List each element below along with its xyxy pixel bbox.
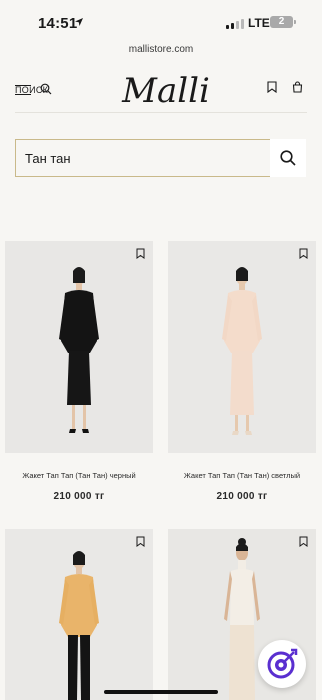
network-label: LTE [248,16,270,30]
bookmark-icon[interactable] [299,248,308,259]
home-indicator [104,690,218,694]
chat-widget-button[interactable] [258,640,306,688]
product-title[interactable]: Жакет Тап Тап (Тан Тан) светлый [168,471,316,480]
model-photo [5,241,153,453]
battery-icon: 2 [270,16,293,28]
bookmark-icon[interactable] [267,81,277,93]
bookmark-icon[interactable] [136,248,145,259]
site-header: ПОИСК Malli [0,62,322,112]
menu-button[interactable]: ПОИСК [15,82,48,96]
product-price: 210 000 тг [53,491,105,502]
url-bar[interactable]: mallistore.com [0,44,322,55]
battery-cap [294,20,296,24]
search-icon [280,150,296,166]
model-photo [168,241,316,453]
product-title[interactable]: Жакет Тап Тап (Тан Тан) черный [5,471,153,480]
status-time: 14:51 [38,15,78,32]
shopping-bag-icon[interactable] [292,81,303,93]
search-icon[interactable] [40,83,52,95]
menu-line [15,94,31,95]
signal-icon [226,18,244,29]
product-card[interactable]: Жакет Тап Тап (Тан Тан) черный 210 000 т… [5,241,153,511]
product-image[interactable] [5,529,153,700]
header-divider [15,112,307,113]
logo[interactable]: Malli [116,66,216,112]
svg-text:Malli: Malli [121,71,210,111]
bookmark-icon[interactable] [136,536,145,547]
model-photo [5,529,153,700]
search-bar [15,139,306,177]
location-arrow-icon [75,18,83,26]
product-image[interactable] [5,241,153,453]
search-input[interactable] [15,139,271,177]
target-icon [267,648,298,679]
product-card[interactable] [5,529,153,700]
product-price: 210 000 тг [216,491,268,502]
status-bar: 14:51 LTE 2 [0,0,322,44]
product-card[interactable]: Жакет Тап Тап (Тан Тан) светлый 210 000 … [168,241,316,511]
product-image[interactable] [168,241,316,453]
search-button[interactable] [270,139,306,177]
bookmark-icon[interactable] [299,536,308,547]
